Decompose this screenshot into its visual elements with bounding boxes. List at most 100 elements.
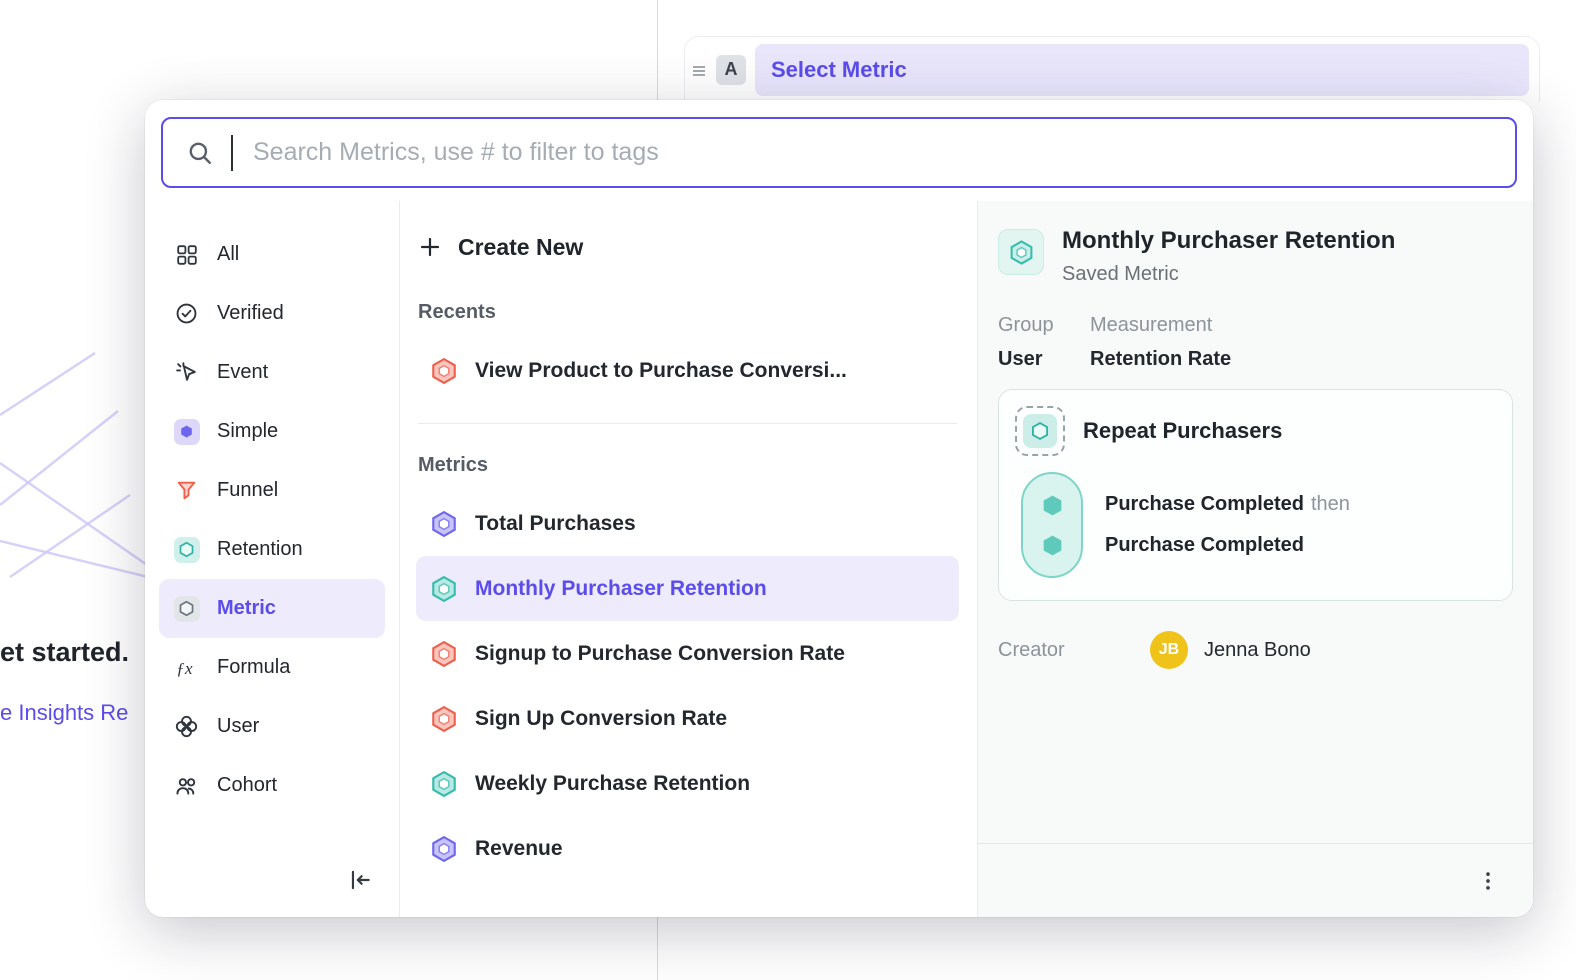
search-area [145,100,1533,201]
behavior-definition-card: Repeat Purchasers [998,389,1513,601]
select-metric-label: Select Metric [771,57,907,83]
sidebar-item-funnel[interactable]: Funnel [159,461,385,520]
hexagon-teal-icon [430,770,458,798]
detail-subtitle: Saved Metric [1062,263,1395,286]
sidebar-item-event[interactable]: Event [159,343,385,402]
metric-item-monthly-purchaser-retention[interactable]: Monthly Purchaser Retention [416,556,959,621]
modal-content: All Verified [145,201,1533,917]
sidebar-item-label: Funnel [217,479,278,502]
metric-query-bar: A Select Metric [684,36,1540,102]
behavior-title: Repeat Purchasers [1083,418,1282,444]
text-cursor [231,135,233,171]
funnel-icon [173,477,200,504]
recent-item[interactable]: View Product to Purchase Conversi... [416,338,959,403]
sidebar-item-all[interactable]: All [159,225,385,284]
metric-item-weekly-purchase-retention[interactable]: Weekly Purchase Retention [416,751,959,816]
metric-item-total-purchases[interactable]: Total Purchases [416,491,959,556]
sidebar-item-label: All [217,243,239,266]
metric-item-signup-to-purchase[interactable]: Signup to Purchase Conversion Rate [416,621,959,686]
behavior-icon [1015,406,1065,456]
detail-header: Monthly Purchaser Retention Saved Metric [998,227,1513,286]
background-insights-link[interactable]: e Insights Re [0,700,128,726]
step-2-label: Purchase Completed [1105,534,1304,556]
sidebar-item-cohort[interactable]: Cohort [159,756,385,815]
plus-icon [418,235,442,259]
search-box[interactable] [161,117,1517,188]
sidebar-item-metric[interactable]: Metric [159,579,385,638]
group-value: User [998,348,1090,371]
metrics-section-label: Metrics [418,454,957,477]
simple-hexagon-icon [173,418,200,445]
recent-item-label: View Product to Purchase Conversi... [475,359,847,383]
metric-item-label: Weekly Purchase Retention [475,772,750,796]
kebab-menu-icon [1477,870,1499,892]
step-1-label: Purchase Completed [1105,493,1304,515]
step-hexagon-icon [1040,493,1065,518]
metric-list-column: Create New Recents View Product to Purch… [400,201,978,917]
creator-row: Creator JB Jenna Bono [998,631,1513,669]
hexagon-orange-icon [430,705,458,733]
sidebar-item-label: Cohort [217,774,277,797]
drag-handle-icon[interactable] [691,62,707,78]
user-clover-icon [173,713,200,740]
creator-name: Jenna Bono [1204,639,1311,662]
sequence-pill [1021,472,1083,578]
search-icon [187,140,213,166]
sidebar-item-label: Retention [217,538,303,561]
measurement-value: Retention Rate [1090,348,1231,371]
metric-item-label: Total Purchases [475,512,636,536]
more-options-button[interactable] [1475,868,1501,894]
sidebar-item-label: Verified [217,302,284,325]
hexagon-purple-icon [430,835,458,863]
metric-item-signup-conversion[interactable]: Sign Up Conversion Rate [416,686,959,751]
filter-sidebar: All Verified [145,201,400,917]
retention-hexagon-icon [173,536,200,563]
svg-text:ƒx: ƒx [176,658,193,677]
hexagon-orange-icon [430,640,458,668]
metric-item-label: Revenue [475,837,563,861]
sidebar-item-user[interactable]: User [159,697,385,756]
grid-icon [173,241,200,268]
verified-badge-icon [173,300,200,327]
creator-label: Creator [998,639,1150,662]
sidebar-item-formula[interactable]: ƒx Formula [159,638,385,697]
metric-item-label: Signup to Purchase Conversion Rate [475,642,845,666]
metric-item-label: Monthly Purchaser Retention [475,577,767,601]
sidebar-item-label: Simple [217,420,278,443]
search-input[interactable] [253,138,1491,167]
detail-meta: Group User Measurement Retention Rate [998,314,1513,371]
list-divider [418,423,957,424]
create-new-label: Create New [458,234,583,261]
sidebar-item-label: Formula [217,656,290,679]
hexagon-purple-icon [430,510,458,538]
step-connector: then [1311,493,1350,515]
sidebar-item-label: Metric [217,597,276,620]
metric-item-label: Sign Up Conversion Rate [475,707,727,731]
group-label: Group [998,314,1090,337]
cohort-people-icon [173,772,200,799]
metric-letter-badge: A [716,55,746,85]
sidebar-item-label: Event [217,361,268,384]
measurement-label: Measurement [1090,314,1231,337]
select-metric-field[interactable]: Select Metric [755,44,1529,96]
sidebar-item-label: User [217,715,259,738]
metric-detail-panel: Monthly Purchaser Retention Saved Metric… [978,201,1533,917]
background-chart-lines [0,345,160,580]
create-new-button[interactable]: Create New [418,223,957,271]
sidebar-item-verified[interactable]: Verified [159,284,385,343]
metric-item-revenue[interactable]: Revenue [416,816,959,881]
metric-hexagon-icon [173,595,200,622]
event-cursor-icon [173,359,200,386]
hexagon-teal-icon [430,575,458,603]
sidebar-item-simple[interactable]: Simple [159,402,385,461]
recents-section-label: Recents [418,301,957,324]
collapse-left-icon [347,867,373,893]
creator-avatar: JB [1150,631,1188,669]
hexagon-orange-icon [430,357,458,385]
retention-metric-icon [998,229,1044,275]
formula-fx-icon: ƒx [173,654,200,681]
detail-footer [978,843,1533,917]
collapse-sidebar-button[interactable] [345,865,375,895]
sequence-steps: Purchase Completed then Purchase Complete… [1105,484,1350,566]
sidebar-item-retention[interactable]: Retention [159,520,385,579]
